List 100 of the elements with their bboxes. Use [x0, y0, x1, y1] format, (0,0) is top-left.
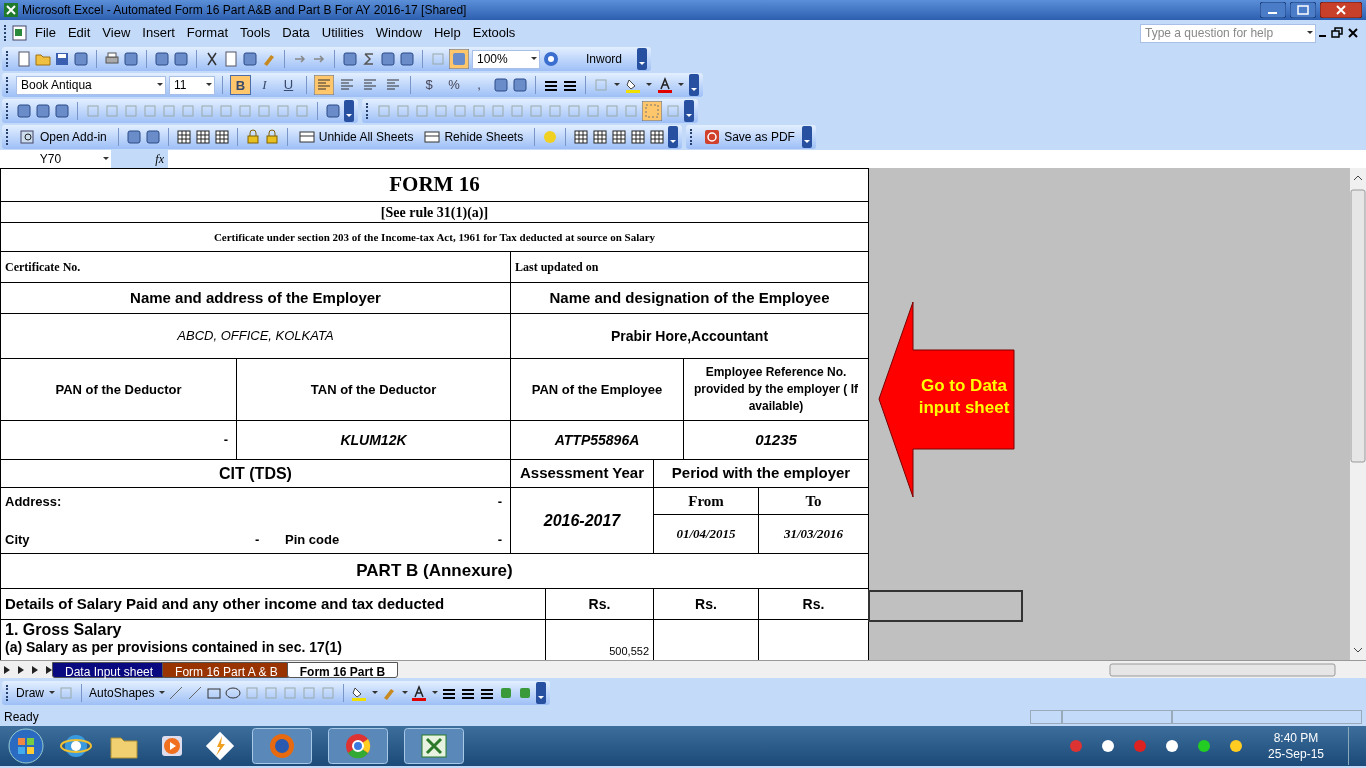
autoshapes-menu-button[interactable]: AutoShapes	[89, 684, 155, 702]
city-label: City	[5, 530, 31, 549]
menu-item[interactable]: Format	[180, 23, 234, 43]
excel-logo-icon	[4, 3, 18, 17]
toolbar-options-icon[interactable]	[684, 100, 694, 122]
menu-item[interactable]: Edit	[61, 23, 97, 43]
grid-toggle-icon[interactable]	[642, 101, 662, 121]
rs-heading: Rs.	[546, 589, 654, 620]
status-text: Ready	[4, 709, 39, 726]
font-color-icon[interactable]	[657, 77, 673, 93]
employer-name: ABCD, OFFICE, KOLKATA	[1, 314, 511, 359]
insert-function-button[interactable]: fx	[155, 149, 164, 168]
number-format-button[interactable]: $	[418, 75, 440, 95]
from-heading: From	[654, 488, 759, 515]
part-b-heading: PART B (Annexure)	[1, 554, 869, 589]
name-box[interactable]: Y70	[0, 149, 112, 168]
menu-item[interactable]: Extools	[466, 23, 522, 43]
rectangle-icon[interactable]	[206, 685, 223, 701]
number-format-button[interactable]: ,	[468, 75, 490, 95]
sheet-tab[interactable]: Form 16 Part A & B	[162, 661, 291, 678]
help-icon[interactable]	[543, 51, 559, 67]
style-toggle-button[interactable]: B	[230, 75, 251, 95]
cut-icon[interactable]	[204, 51, 220, 67]
assessment-year-heading: Assessment Year	[511, 460, 654, 488]
certificate-number-label: Certificate No.	[1, 252, 511, 283]
toolbar-options-icon[interactable]	[668, 126, 679, 148]
chrome-style-icon[interactable]	[328, 728, 388, 764]
gridlines-icon[interactable]	[649, 129, 666, 145]
table-icon[interactable]	[194, 129, 211, 145]
align-text-icon[interactable]	[314, 75, 334, 95]
pan-employee-value: ATTP55896A	[511, 421, 684, 460]
help-search-field[interactable]: Type a question for help	[1140, 23, 1316, 43]
sheet-tab[interactable]: Form 16 Part B	[286, 661, 399, 678]
menu-item[interactable]: Window	[369, 23, 428, 43]
firefox-style-icon[interactable]	[252, 728, 312, 764]
rs-heading: Rs.	[654, 589, 759, 620]
spreadsheet-app-icon[interactable]	[404, 728, 464, 764]
sheet-icon	[298, 129, 315, 145]
assessment-year-value: 2016-2017	[511, 488, 654, 554]
inword-button[interactable]: Inword	[574, 50, 635, 68]
fill-color-icon[interactable]	[625, 77, 641, 93]
oval-icon[interactable]	[225, 685, 242, 701]
certificate-caption: Certificate under section 203 of the Income-tax Act, 1961 for Tax deducted at source on Salary	[1, 223, 869, 252]
menu-item[interactable]: View	[96, 23, 137, 43]
column-heading: PAN of the Employee	[511, 359, 684, 421]
selected-cell[interactable]	[868, 590, 1023, 622]
minimize-icon[interactable]	[1260, 2, 1286, 18]
toolbar-options-icon[interactable]	[801, 126, 812, 148]
font-color-icon[interactable]	[411, 685, 428, 701]
maximize-icon[interactable]	[1290, 2, 1316, 18]
last-updated-label: Last updated on	[511, 252, 869, 283]
fill-color-icon[interactable]	[351, 685, 368, 701]
salary-row-label: (a) Salary as per provisions contained in sec. 17(1)	[5, 639, 342, 655]
unhide-all-sheets-button[interactable]: Unhide All Sheets	[294, 128, 418, 146]
toolbar-options-icon[interactable]	[689, 74, 699, 96]
status-dot-icon[interactable]	[1195, 738, 1212, 754]
toolbar-options-icon[interactable]	[536, 682, 547, 704]
font-size-field[interactable]: 11	[169, 75, 215, 95]
new-document-icon[interactable]	[16, 51, 32, 67]
clock[interactable]: 8:40 PM 25-Sep-15	[1259, 730, 1332, 762]
grid-icon[interactable]	[573, 129, 590, 145]
print-icon[interactable]	[104, 51, 120, 67]
number-format-button[interactable]: %	[443, 75, 465, 95]
style-toggle-button[interactable]: I	[254, 75, 275, 95]
column-heading: Employee Reference No. provided by the employer ( If available)	[684, 359, 869, 421]
menu-item[interactable]: File	[29, 23, 62, 43]
vertical-scrollbar[interactable]	[1350, 168, 1366, 660]
excel-document-icon	[11, 25, 29, 41]
to-date: 31/03/2016	[759, 515, 869, 554]
save-icon[interactable]	[54, 51, 70, 67]
menu-item[interactable]: Data	[276, 23, 316, 43]
restore-icon[interactable]	[1330, 26, 1344, 40]
open-add-in-button[interactable]: Open Add-in	[16, 128, 111, 146]
tan-deductor-value: KLUM12K	[237, 421, 511, 460]
menu-item[interactable]: Insert	[136, 23, 181, 43]
employer-heading: Name and address of the Employer	[1, 283, 511, 314]
start-button-icon[interactable]	[8, 728, 44, 764]
close-icon[interactable]	[1320, 2, 1362, 18]
font-name-field[interactable]: Book Antiqua	[16, 75, 166, 95]
toolbar-options-icon[interactable]	[344, 100, 354, 122]
rehide-sheets-button[interactable]: Rehide Sheets	[420, 128, 528, 146]
toolbar-options-icon[interactable]	[637, 48, 648, 70]
line-icon[interactable]	[168, 685, 185, 701]
lock-icon[interactable]	[263, 129, 280, 145]
draw-menu-button[interactable]: Draw	[16, 684, 44, 702]
magnifier-icon	[20, 129, 36, 145]
open-folder-icon[interactable]	[35, 51, 51, 67]
menu-item[interactable]: Utilities	[315, 23, 370, 43]
menu-item[interactable]: Help	[428, 23, 467, 43]
employee-reference-value: 01235	[684, 421, 869, 460]
gross-salary-label: 1. Gross Salary	[5, 621, 122, 639]
zoom-field[interactable]: 100%	[472, 49, 540, 69]
window-title: Microsoft Excel - Automated Form 16 Part A&B and Part B For AY 2016-17 [Shared]	[22, 2, 467, 19]
column-heading: TAN of the Deductor	[237, 359, 511, 421]
rs-heading: Rs.	[759, 589, 869, 620]
column-heading: PAN of the Deductor	[1, 359, 237, 421]
menu-item[interactable]: Tools	[234, 23, 277, 43]
employee-name: Prabir Hore,Accountant	[511, 314, 869, 359]
style-toggle-button[interactable]: U	[278, 75, 299, 95]
rule-reference: [See rule 31(1)(a)]	[1, 202, 869, 223]
